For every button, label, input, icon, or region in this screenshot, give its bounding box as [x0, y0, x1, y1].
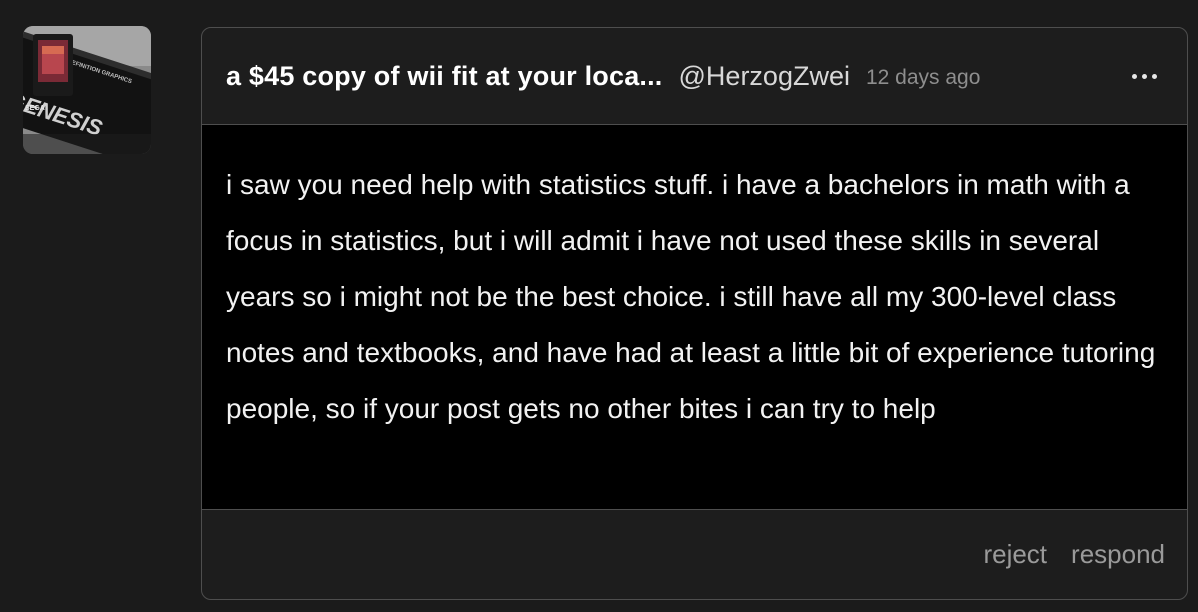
asker-handle[interactable]: @HerzogZwei [679, 61, 850, 92]
avatar[interactable]: HIGH DEFINITION GRAPHICS GENESIS SEGA [23, 26, 151, 154]
ask-title[interactable]: a $45 copy of wii fit at your loca... [226, 61, 663, 92]
ask-message: i saw you need help with statistics stuf… [226, 169, 1156, 424]
reject-button[interactable]: reject [983, 539, 1047, 570]
more-options-button[interactable] [1126, 68, 1163, 85]
respond-button[interactable]: respond [1071, 539, 1165, 570]
more-options-icon [1152, 73, 1157, 79]
ask-body: i saw you need help with statistics stuf… [202, 125, 1187, 510]
ask-actions: reject respond [202, 510, 1187, 599]
cartridge-label: SEGA [25, 105, 45, 112]
more-options-icon [1142, 73, 1147, 79]
ask-notification: HIGH DEFINITION GRAPHICS GENESIS SEGA a … [0, 0, 1198, 612]
ask-card: a $45 copy of wii fit at your loca... @H… [201, 27, 1188, 600]
more-options-icon [1132, 73, 1137, 79]
timestamp: 12 days ago [865, 65, 981, 89]
ask-header: a $45 copy of wii fit at your loca... @H… [202, 28, 1187, 125]
avatar-image: HIGH DEFINITION GRAPHICS GENESIS SEGA [23, 26, 151, 154]
